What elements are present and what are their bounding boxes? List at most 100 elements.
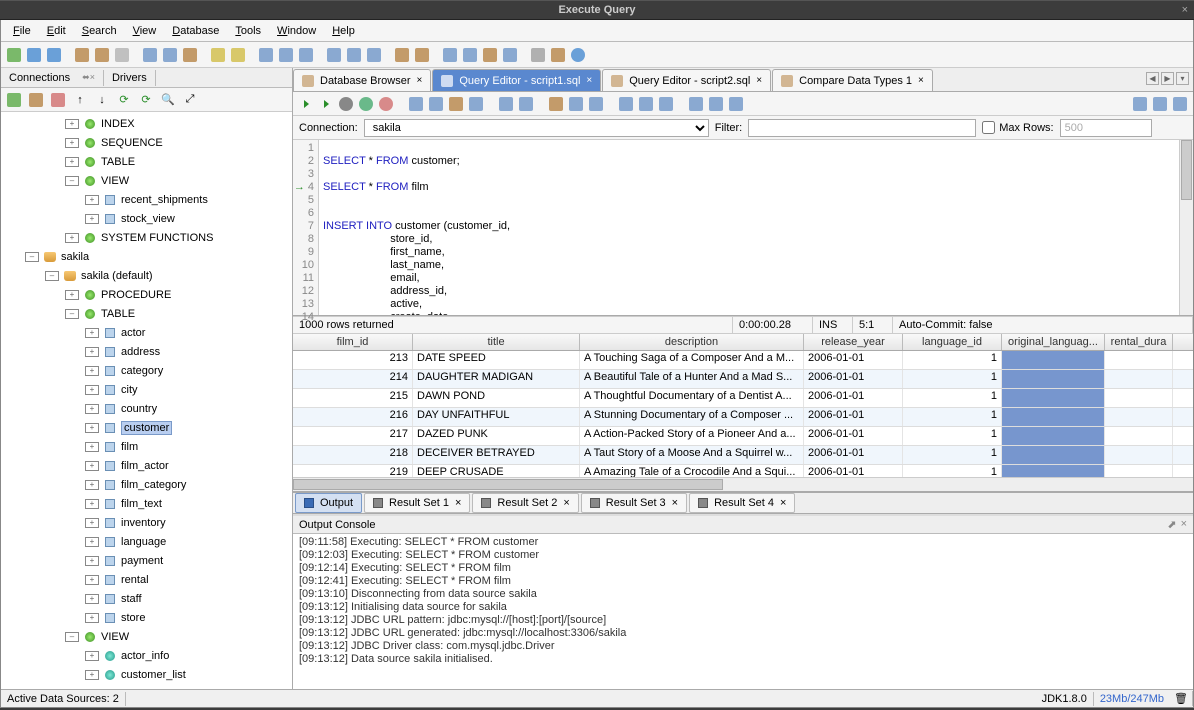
menu-file[interactable]: File	[5, 23, 39, 39]
window-close-icon[interactable]: ×	[1182, 4, 1188, 16]
output-tab-result-set-4[interactable]: Result Set 4×	[689, 493, 795, 513]
commit-icon[interactable]	[357, 95, 375, 113]
et-v3-icon[interactable]	[727, 95, 745, 113]
et-export-icon[interactable]	[567, 95, 585, 113]
tree-table[interactable]: –TABLE	[1, 304, 292, 323]
exec3-icon[interactable]	[297, 46, 315, 64]
table-row[interactable]: 217DAZED PUNKA Action-Packed Story of a …	[293, 427, 1193, 446]
tree-recent-shipments[interactable]: +recent_shipments	[1, 190, 292, 209]
output-tab-output[interactable]: Output	[295, 493, 362, 513]
print-preview-icon[interactable]	[93, 46, 111, 64]
drivers-tab[interactable]: Drivers	[104, 70, 156, 86]
col-rental_dura[interactable]: rental_dura	[1105, 334, 1173, 350]
menu-edit[interactable]: Edit	[39, 23, 74, 39]
pin-icon[interactable]: ⬌×	[82, 72, 95, 83]
et4-icon[interactable]	[467, 95, 485, 113]
conn-del-icon[interactable]	[27, 91, 45, 109]
tree-rental[interactable]: +rental	[1, 570, 292, 589]
connections-tab[interactable]: Connections⬌×	[1, 70, 104, 86]
et-prev-icon[interactable]	[497, 95, 515, 113]
sql-editor[interactable]: SELECT * FROM customer; SELECT * FROM fi…	[319, 140, 1179, 315]
tree-view[interactable]: –VIEW	[1, 171, 292, 190]
table-row[interactable]: 215DAWN PONDA Thoughtful Documentary of …	[293, 389, 1193, 408]
help-icon[interactable]	[569, 46, 587, 64]
cut-icon[interactable]	[141, 46, 159, 64]
new-connection-icon[interactable]	[5, 46, 23, 64]
output-tab-result-set-1[interactable]: Result Set 1×	[364, 493, 470, 513]
tab-close-icon[interactable]: ×	[780, 497, 786, 509]
tree-sakila-default-[interactable]: –sakila (default)	[1, 266, 292, 285]
tree-customer[interactable]: +customer	[1, 418, 292, 437]
col-description[interactable]: description	[580, 334, 804, 350]
output-tab-result-set-3[interactable]: Result Set 3×	[581, 493, 687, 513]
tree-index[interactable]: +INDEX	[1, 114, 292, 133]
exec-icon[interactable]	[257, 46, 275, 64]
tree-actor[interactable]: +actor	[1, 323, 292, 342]
tab-close-icon[interactable]: ×	[586, 75, 592, 86]
tree-system-functions[interactable]: +SYSTEM FUNCTIONS	[1, 228, 292, 247]
exec2-icon[interactable]	[277, 46, 295, 64]
table-tool2-icon[interactable]	[345, 46, 363, 64]
et-hist-icon[interactable]	[547, 95, 565, 113]
statusbar-gc-icon[interactable]: 🗑	[1170, 691, 1193, 706]
tree-sakila[interactable]: –sakila	[1, 247, 292, 266]
collapse-icon[interactable]: ⤢	[181, 91, 199, 109]
editor-vscrollbar[interactable]	[1179, 140, 1193, 315]
tab-close-icon[interactable]: ×	[918, 75, 924, 86]
table-row[interactable]: 219DEEP CRUSADEA Amazing Tale of a Croco…	[293, 465, 1193, 477]
col-original_languag...[interactable]: original_languag...	[1002, 334, 1105, 350]
tree-actor-info[interactable]: +actor_info	[1, 646, 292, 665]
tree-address[interactable]: +address	[1, 342, 292, 361]
menu-database[interactable]: Database	[164, 23, 227, 39]
et-v2-icon[interactable]	[707, 95, 725, 113]
conn-dup-icon[interactable]	[49, 91, 67, 109]
table-tool-icon[interactable]	[325, 46, 343, 64]
et-next-icon[interactable]	[517, 95, 535, 113]
tab-close-icon[interactable]: ×	[563, 497, 569, 509]
menu-tools[interactable]: Tools	[227, 23, 269, 39]
wrench-icon[interactable]	[529, 46, 547, 64]
tree-customer-list[interactable]: +customer_list	[1, 665, 292, 684]
db-tool2-icon[interactable]	[413, 46, 431, 64]
table-row[interactable]: 218DECEIVER BETRAYEDA Taut Story of a Mo…	[293, 446, 1193, 465]
tree-language[interactable]: +language	[1, 532, 292, 551]
menu-view[interactable]: View	[125, 23, 165, 39]
print-icon[interactable]	[73, 46, 91, 64]
nav-up-icon[interactable]: ↑	[71, 91, 89, 109]
filter-input[interactable]	[748, 119, 976, 137]
et-v1-icon[interactable]	[687, 95, 705, 113]
tree-stock-view[interactable]: +stock_view	[1, 209, 292, 228]
et-import-icon[interactable]	[587, 95, 605, 113]
col-language_id[interactable]: language_id	[903, 334, 1002, 350]
tab-nav-list-icon[interactable]: ▾	[1176, 72, 1189, 85]
script3-icon[interactable]	[481, 46, 499, 64]
db-tool-icon[interactable]	[393, 46, 411, 64]
et-align2-icon[interactable]	[1151, 95, 1169, 113]
tree-category[interactable]: +category	[1, 361, 292, 380]
col-release_year[interactable]: release_year	[804, 334, 903, 350]
tree-inventory[interactable]: +inventory	[1, 513, 292, 532]
tab-query-editor-script2-sql[interactable]: Query Editor - script2.sql×	[602, 69, 771, 91]
copy-icon[interactable]	[113, 46, 131, 64]
tab-nav-next-icon[interactable]: ▶	[1161, 72, 1174, 85]
menu-search[interactable]: Search	[74, 23, 125, 39]
console-close-icon[interactable]: ×	[1181, 518, 1187, 531]
save-all-icon[interactable]	[45, 46, 63, 64]
tree-staff[interactable]: +staff	[1, 589, 292, 608]
undo-icon[interactable]	[209, 46, 227, 64]
menu-window[interactable]: Window	[269, 23, 324, 39]
maxrows-checkbox[interactable]: Max Rows:	[982, 121, 1053, 134]
table-row[interactable]: 214DAUGHTER MADIGANA Beautiful Tale of a…	[293, 370, 1193, 389]
et-align3-icon[interactable]	[1171, 95, 1189, 113]
tree-city[interactable]: +city	[1, 380, 292, 399]
rollback-icon[interactable]	[377, 95, 395, 113]
output-tab-result-set-2[interactable]: Result Set 2×	[472, 493, 578, 513]
tab-nav-prev-icon[interactable]: ◀	[1146, 72, 1159, 85]
tab-database-browser[interactable]: Database Browser×	[293, 69, 431, 91]
tree-payment[interactable]: +payment	[1, 551, 292, 570]
results-hscrollbar[interactable]	[293, 477, 1193, 491]
results-body[interactable]: 213DATE SPEEDA Touching Saga of a Compos…	[293, 351, 1193, 477]
script2-icon[interactable]	[461, 46, 479, 64]
redo-icon[interactable]	[229, 46, 247, 64]
col-film_id[interactable]: film_id	[293, 334, 413, 350]
